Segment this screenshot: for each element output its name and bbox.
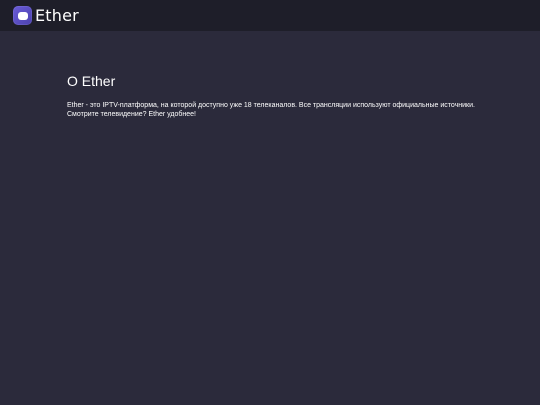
tv-screen-icon: [13, 6, 32, 25]
description-line-2: Смотрите телевидение? Ether удобнее!: [67, 111, 196, 118]
about-section: О Ether Ether - это IPTV-платформа, на к…: [67, 73, 497, 119]
top-bar: Ether: [0, 0, 540, 31]
logo-link[interactable]: Ether: [13, 6, 79, 25]
description-line-1: Ether - это IPTV-платформа, на которой д…: [67, 102, 475, 109]
logo-text: Ether: [35, 6, 79, 25]
about-description: Ether - это IPTV-платформа, на которой д…: [67, 101, 497, 119]
page-title: О Ether: [67, 73, 116, 89]
